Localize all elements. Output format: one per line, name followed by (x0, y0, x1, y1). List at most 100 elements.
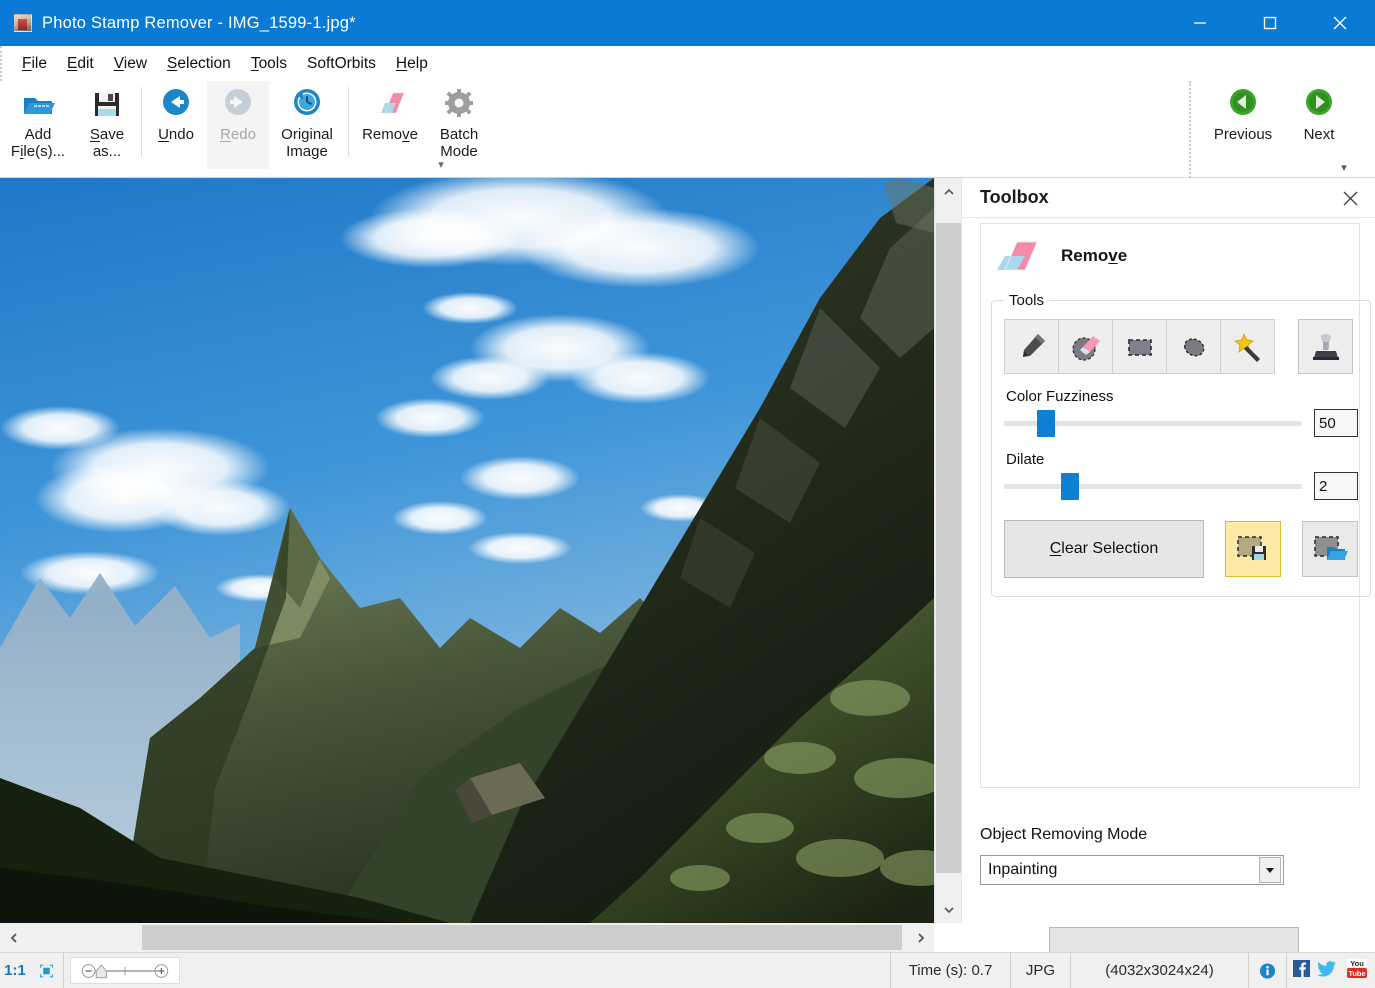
color-fuzziness-row: 50 (1004, 409, 1358, 437)
pencil-icon (1015, 330, 1049, 364)
dilate-slider[interactable] (1004, 473, 1302, 499)
scroll-right-button[interactable] (907, 923, 934, 952)
save-selection-icon (1235, 533, 1271, 565)
toolbox-close-icon[interactable] (1337, 185, 1363, 211)
application-window: Photo Stamp Remover - IMG_1599-1.jpg* Fi… (0, 0, 1375, 988)
info-icon[interactable] (1249, 953, 1287, 988)
ribbon-expander-left[interactable]: ▾ (434, 159, 448, 171)
open-folder-icon (21, 87, 55, 121)
stamp-icon (1309, 330, 1343, 364)
save-as-button[interactable]: Save as... (76, 81, 138, 169)
facebook-icon[interactable] (1293, 960, 1310, 981)
scroll-left-button[interactable] (0, 923, 27, 952)
batch-mode-button[interactable]: Batch Mode (428, 81, 490, 169)
add-files-label-1: Add (25, 126, 52, 143)
marker-tool-button[interactable] (1004, 319, 1059, 374)
save-selection-button[interactable] (1225, 521, 1281, 577)
social-links: You Tube (1287, 953, 1375, 988)
twitter-icon[interactable] (1318, 960, 1337, 981)
tools-group-label: Tools (1004, 292, 1049, 309)
menu-selection[interactable]: Selection (157, 52, 241, 76)
rectangle-select-tool-button[interactable] (1112, 319, 1167, 374)
add-files-button[interactable]: Add File(s)... (0, 81, 76, 169)
undo-button[interactable]: Undo (145, 81, 207, 169)
redo-button[interactable]: Redo (207, 81, 269, 169)
load-selection-button[interactable] (1302, 521, 1358, 577)
processing-time: Time (s): 0.7 (891, 953, 1011, 988)
slider-thumb[interactable] (1061, 473, 1079, 500)
toolbox-header: Toolbox (962, 178, 1375, 218)
remove-ribbon-label: Remove (362, 126, 418, 143)
dilate-row: 2 (1004, 472, 1358, 500)
remove-section-title: Remove (1061, 246, 1127, 266)
close-button[interactable] (1305, 0, 1375, 46)
magic-wand-tool-button[interactable] (1220, 319, 1275, 374)
zoom-ratio-label[interactable]: 1:1 (0, 953, 30, 988)
floppy-disk-icon (90, 87, 124, 121)
tools-row (1004, 319, 1358, 374)
menu-tools[interactable]: Tools (241, 52, 297, 76)
title-bar: Photo Stamp Remover - IMG_1599-1.jpg* (0, 0, 1375, 46)
selection-actions-row: Clear Selection (1004, 520, 1358, 578)
horizontal-scroll-thumb[interactable] (142, 925, 902, 950)
zoom-slider[interactable] (70, 957, 180, 984)
green-right-arrow-icon (1302, 87, 1336, 121)
color-fuzziness-slider[interactable] (1004, 410, 1302, 436)
horizontal-scroll-track[interactable] (27, 923, 907, 952)
svg-text:Tube: Tube (1348, 969, 1365, 978)
scroll-down-button[interactable] (935, 896, 962, 923)
canvas-horizontal-scrollbar[interactable] (0, 923, 934, 952)
dilate-label: Dilate (1006, 451, 1358, 468)
next-label: Next (1304, 126, 1335, 143)
ribbon-expander-right[interactable]: ▾ (1337, 162, 1351, 174)
add-files-label-2: File(s)... (11, 143, 65, 160)
remove-ribbon-button[interactable]: Remove (352, 81, 428, 169)
chevron-down-icon[interactable] (1259, 857, 1281, 883)
menu-bar: File Edit View Selection Tools SoftOrbit… (0, 46, 1375, 81)
menu-file[interactable]: File (12, 52, 57, 76)
menu-softorbits[interactable]: SoftOrbits (297, 52, 386, 76)
scroll-up-button[interactable] (935, 178, 962, 205)
rectangle-select-icon (1123, 330, 1157, 364)
clear-selection-label: Clear Selection (1050, 540, 1159, 558)
menu-view[interactable]: View (104, 52, 157, 76)
minimize-button[interactable] (1165, 0, 1235, 46)
color-fuzziness-label: Color Fuzziness (1006, 388, 1358, 405)
eraser-tool-button[interactable] (1058, 319, 1113, 374)
redo-label: Redo (220, 126, 256, 143)
slider-thumb[interactable] (1037, 410, 1055, 437)
original-image-label-1: Original (281, 126, 333, 143)
lasso-select-tool-button[interactable] (1166, 319, 1221, 374)
save-as-label-2: as... (93, 143, 121, 160)
image-dimensions: (4032x3024x24) (1071, 953, 1249, 988)
maximize-button[interactable] (1235, 0, 1305, 46)
clear-selection-button[interactable]: Clear Selection (1004, 520, 1204, 578)
eraser-icon (373, 87, 407, 121)
ribbon-separator-2 (348, 87, 349, 157)
object-removing-mode-select[interactable]: Inpainting (980, 855, 1284, 885)
toolbox-panel: Toolbox Remove Tools (961, 178, 1375, 923)
previous-button[interactable]: Previous (1205, 81, 1281, 169)
photo-content (0, 178, 934, 923)
toolbar-ribbon: Add File(s)... Save (0, 81, 1375, 178)
menu-edit[interactable]: Edit (57, 52, 104, 76)
youtube-icon[interactable]: You Tube (1345, 959, 1369, 982)
color-fuzziness-value[interactable]: 50 (1314, 409, 1358, 437)
original-image-button[interactable]: Original Image (269, 81, 345, 169)
status-bar: 1:1 Time (s): 0.7 (0, 952, 1375, 988)
ribbon-navigation-group: Previous Next ▾ (1189, 81, 1357, 178)
menu-help[interactable]: Help (386, 52, 438, 76)
dilate-value[interactable]: 2 (1314, 472, 1358, 500)
lasso-icon (1177, 330, 1211, 364)
remove-section-header: Remove (981, 224, 1359, 284)
next-button[interactable]: Next (1281, 81, 1357, 169)
stamp-tool-button[interactable] (1298, 319, 1353, 374)
load-selection-icon (1312, 533, 1348, 565)
vertical-scroll-thumb[interactable] (936, 223, 961, 873)
object-removing-mode-value: Inpainting (981, 861, 1259, 879)
fit-to-window-icon[interactable] (30, 953, 64, 988)
slider-track (1004, 484, 1302, 489)
window-controls (1165, 0, 1375, 46)
image-canvas[interactable] (0, 178, 934, 923)
canvas-vertical-scrollbar[interactable] (934, 178, 961, 923)
